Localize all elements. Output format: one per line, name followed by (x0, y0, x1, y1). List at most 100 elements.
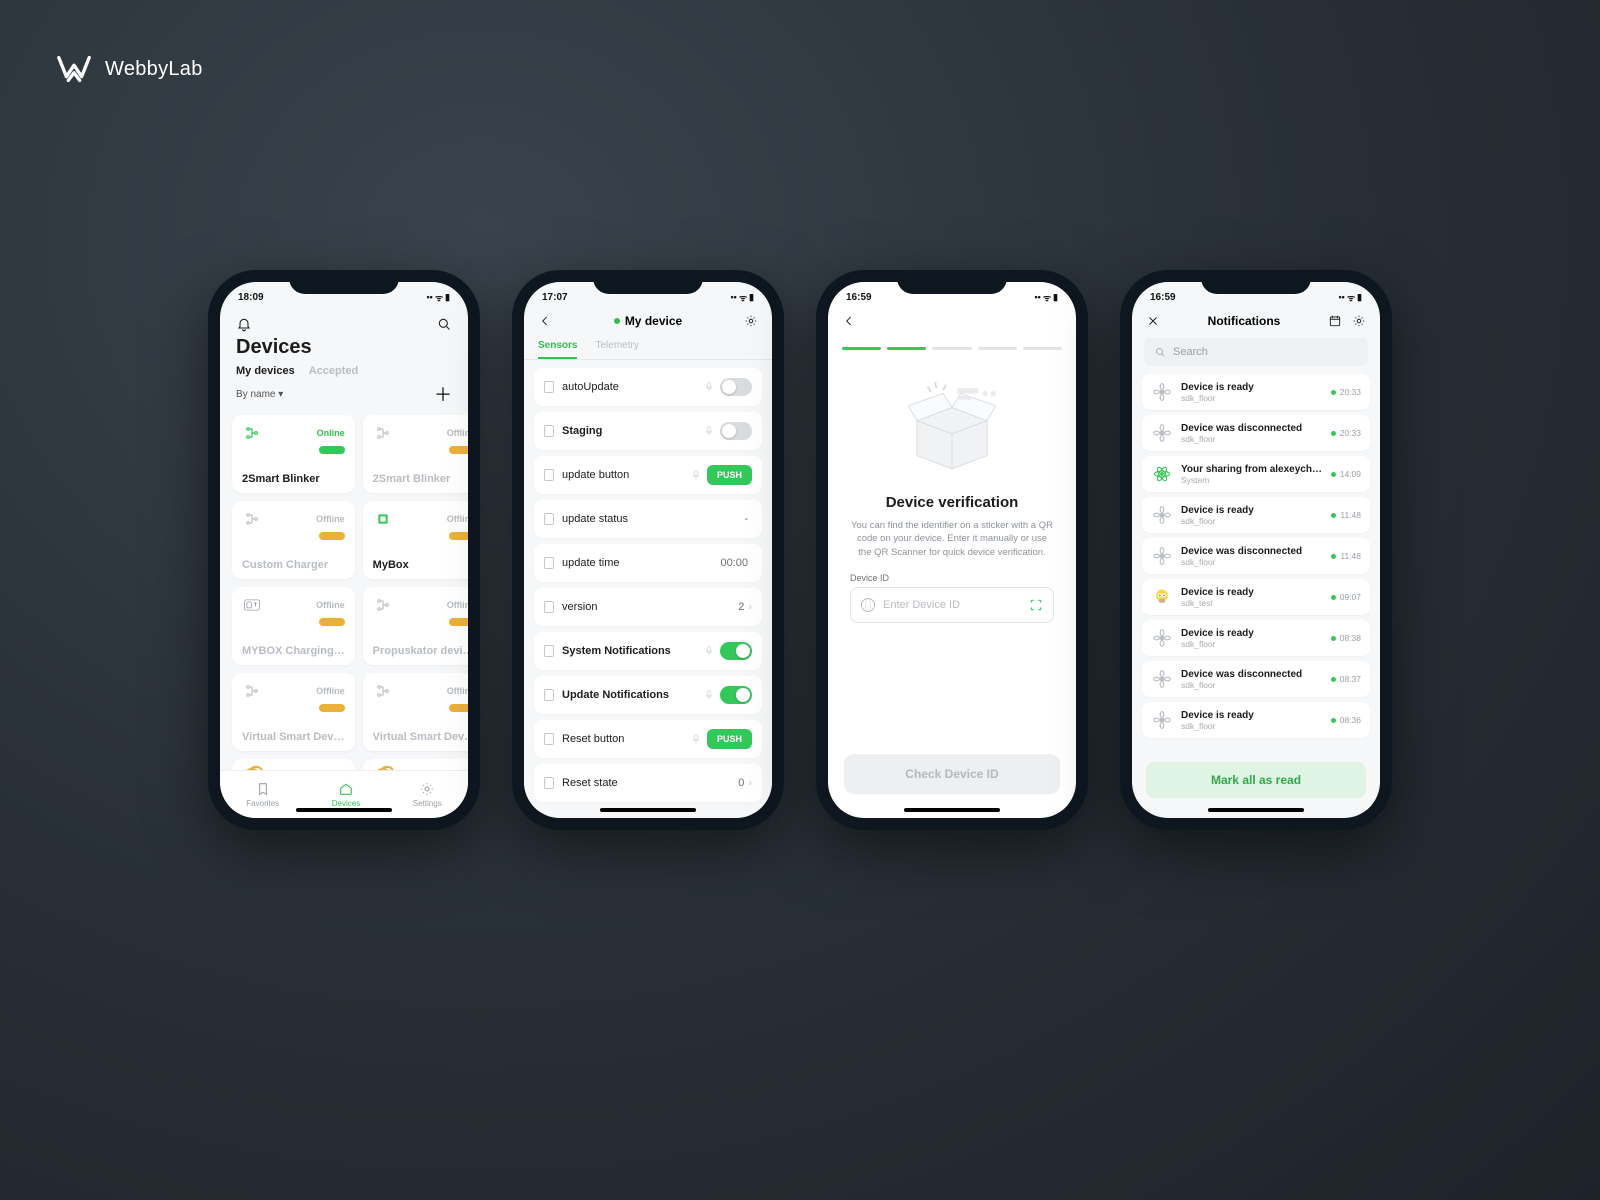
device-card[interactable]: Offline (232, 759, 355, 770)
sensor-row[interactable]: update time 00:00 (534, 544, 762, 582)
flower-icon (1152, 710, 1172, 730)
page-title: Devices (220, 332, 468, 359)
notification-title: Device was disconnected (1181, 669, 1323, 680)
notification-subtitle: sdk_floor (1181, 721, 1323, 731)
device-charger-icon (244, 597, 260, 613)
search-input[interactable]: Search (1144, 338, 1368, 366)
tab-telemetry[interactable]: Telemetry (595, 334, 638, 359)
notification-subtitle: sdk_floor (1181, 639, 1323, 649)
sensor-row[interactable]: autoUpdate (534, 368, 762, 406)
nav-devices[interactable]: Devices (332, 781, 360, 808)
box-illustration-icon (882, 370, 1022, 480)
calendar-icon[interactable] (1328, 314, 1342, 328)
tab-sensors[interactable]: Sensors (538, 334, 577, 359)
back-icon[interactable] (538, 314, 552, 328)
search-icon (1154, 346, 1166, 358)
device-card[interactable]: Online 2Smart Blinker (232, 415, 355, 493)
device-status: Offline (316, 600, 345, 610)
notification-row[interactable]: Device is ready sdk_floor 08:36 (1142, 702, 1370, 738)
notification-subtitle: sdk_floor (1181, 434, 1323, 444)
sensor-value: - (744, 513, 748, 525)
sensor-row[interactable]: Staging (534, 412, 762, 450)
device-tree-icon (244, 511, 260, 527)
avatar-icon (1152, 587, 1172, 607)
unread-dot-icon (1331, 472, 1336, 477)
device-tree-icon (375, 425, 391, 441)
device-status: Offline (316, 514, 345, 524)
toggle-switch[interactable] (720, 378, 752, 396)
device-name: 2Smart Blinker (242, 473, 345, 485)
globe-icon (861, 598, 875, 612)
check-device-id-button[interactable]: Check Device ID (844, 754, 1060, 794)
sensor-row[interactable]: System Notifications (534, 632, 762, 670)
bookmark-icon (544, 689, 554, 701)
qr-scan-icon[interactable] (1029, 598, 1043, 612)
sensor-row[interactable]: update status - (534, 500, 762, 538)
unread-dot-icon (1331, 431, 1336, 436)
mic-icon (704, 382, 714, 392)
nav-favorites[interactable]: Favorites (246, 781, 279, 808)
close-icon[interactable] (1146, 314, 1160, 328)
device-card[interactable]: Offline Propuskator devi… (363, 587, 468, 665)
device-card[interactable]: Offline Custom Charger (232, 501, 355, 579)
sort-selector[interactable]: By name ▾ (236, 389, 283, 400)
notification-row[interactable]: Device was disconnected sdk_floor 20:33 (1142, 415, 1370, 451)
notification-row[interactable]: Device is ready sdk_floor 11:48 (1142, 497, 1370, 533)
notification-time: 11:48 (1331, 551, 1361, 561)
gear-icon[interactable] (1352, 314, 1366, 328)
push-button[interactable]: PUSH (707, 729, 752, 749)
device-card[interactable]: Offline 2Smart Blinker (363, 415, 468, 493)
device-name: Propuskator devi… (373, 645, 468, 657)
device-card[interactable]: Offline MyBox (363, 501, 468, 579)
sensor-row[interactable]: update button PUSH (534, 456, 762, 494)
tab-accepted[interactable]: Accepted (309, 365, 359, 377)
device-tree-icon (244, 683, 260, 699)
device-status: Offline (447, 600, 468, 610)
push-button[interactable]: PUSH (707, 465, 752, 485)
notification-row[interactable]: Your sharing from alexeychupilko@gm… Sys… (1142, 456, 1370, 492)
status-icons: ••ᯤ▮ (427, 291, 450, 304)
notification-subtitle: sdk_floor (1181, 393, 1323, 403)
notification-row[interactable]: Device is ready sdk_floor 08:38 (1142, 620, 1370, 656)
notifications-title: Notifications (1208, 314, 1281, 328)
back-icon[interactable] (842, 314, 856, 328)
device-card[interactable]: Offline (363, 759, 468, 770)
device-name: MyBox (373, 559, 468, 571)
notification-title: Device is ready (1181, 382, 1323, 393)
search-icon[interactable] (436, 316, 452, 332)
toggle-switch[interactable] (720, 642, 752, 660)
bell-icon[interactable] (236, 316, 252, 332)
sensor-label: Reset state (562, 777, 738, 789)
gear-icon[interactable] (744, 314, 758, 328)
nav-settings[interactable]: Settings (413, 781, 442, 808)
sensor-row[interactable]: version 2› (534, 588, 762, 626)
device-status: Offline (316, 686, 345, 696)
chevron-right-icon: › (748, 777, 752, 789)
notification-row[interactable]: Device is ready sdk_test 09:07 (1142, 579, 1370, 615)
sensor-row[interactable]: Update Notifications (534, 676, 762, 714)
device-id-input[interactable]: Enter Device ID (850, 587, 1054, 623)
notification-time: 20:33 (1331, 428, 1361, 438)
mark-all-read-button[interactable]: Mark all as read (1146, 762, 1366, 798)
mic-icon (704, 426, 714, 436)
add-device-button[interactable]: ＋ (434, 381, 452, 407)
gear-icon (419, 781, 435, 797)
notification-time: 08:38 (1331, 633, 1361, 643)
tab-my-devices[interactable]: My devices (236, 365, 295, 377)
device-card[interactable]: Offline Virtual Smart Dev… (363, 673, 468, 751)
sensor-row[interactable]: Reset state 0› (534, 764, 762, 802)
notification-row[interactable]: Device is ready sdk_floor 20:33 (1142, 374, 1370, 410)
device-card[interactable]: Offline MYBOX Charging… (232, 587, 355, 665)
bookmark-icon (544, 645, 554, 657)
notification-row[interactable]: Device was disconnected sdk_floor 11:48 (1142, 538, 1370, 574)
sensor-label: System Notifications (562, 645, 704, 657)
device-card[interactable]: Offline Virtual Smart Dev… (232, 673, 355, 751)
sensor-row[interactable]: Reset button PUSH (534, 720, 762, 758)
toggle-switch[interactable] (720, 686, 752, 704)
toggle-switch[interactable] (720, 422, 752, 440)
device-ring-icon (243, 768, 261, 770)
mic-icon (704, 646, 714, 656)
notification-row[interactable]: Device was disconnected sdk_floor 08:37 (1142, 661, 1370, 697)
flower-icon (1152, 382, 1172, 402)
status-time: 17:07 (542, 292, 568, 303)
